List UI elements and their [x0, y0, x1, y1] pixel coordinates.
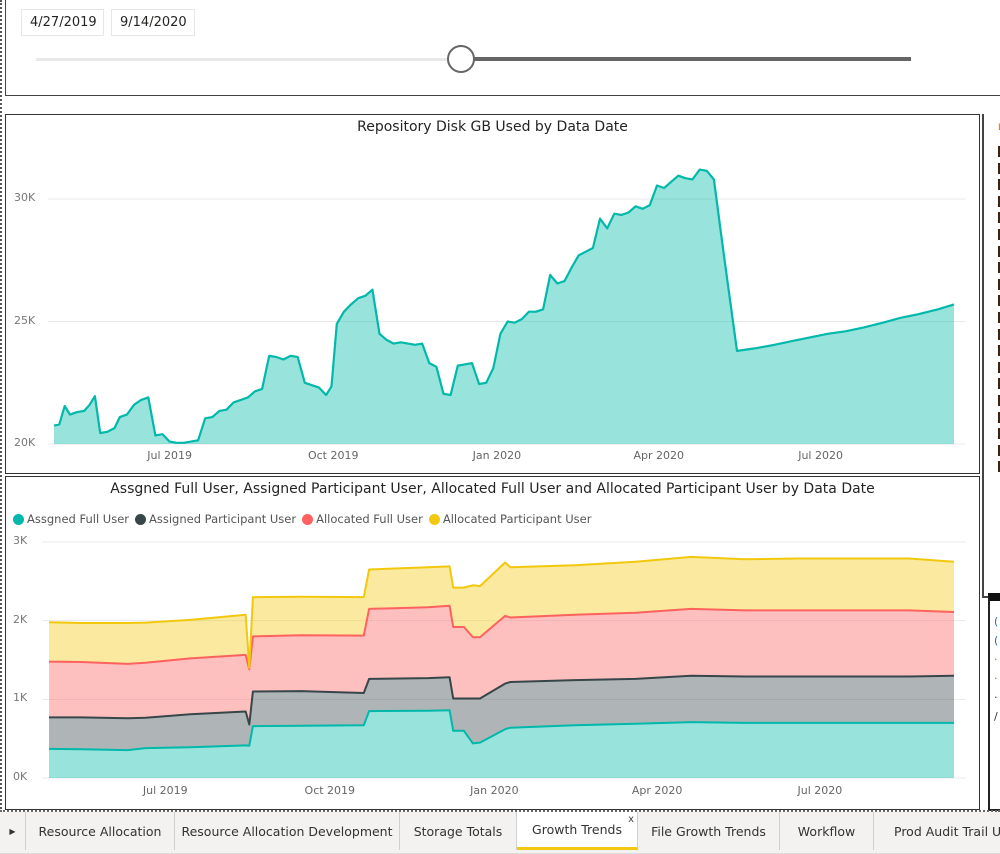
- slider-selected-range: [460, 57, 911, 61]
- clipped-cell: (: [994, 615, 999, 628]
- clipped-side-visual[interactable]: L: [982, 114, 1000, 496]
- tab-label: File Growth Trends: [651, 823, 766, 839]
- tab-label: Storage Totals: [413, 823, 503, 839]
- clipped-cell: (: [994, 634, 999, 647]
- tab-label: Workflow: [797, 823, 856, 839]
- date-range-slicer: 4/27/2019 9/14/2020: [5, 0, 1000, 96]
- tab-label: Resource Allocation: [38, 823, 162, 839]
- clipped-cell: ·: [994, 672, 998, 685]
- tab-prod-audit-trail-use[interactable]: Prod Audit Trail Use: [874, 812, 1000, 850]
- tab-file-growth-trends[interactable]: File Growth Trends: [638, 812, 780, 850]
- report-canvas: 4/27/2019 9/14/2020 Repository Disk GB U…: [0, 0, 1000, 854]
- area-fill: [54, 169, 954, 444]
- tab-growth-trends[interactable]: Growth Trends x: [517, 812, 638, 850]
- user-allocation-chart-panel[interactable]: Assgned Full User, Assigned Participant …: [5, 476, 980, 810]
- tab-label: Prod Audit Trail Use: [894, 823, 1000, 839]
- clipped-cell: ·: [994, 691, 998, 704]
- disk-usage-chart-panel[interactable]: Repository Disk GB Used by Data Date 20K…: [5, 114, 980, 474]
- tab-resource-allocation-development[interactable]: Resource Allocation Development: [175, 812, 400, 850]
- tab-resource-allocation[interactable]: Resource Allocation: [26, 812, 175, 850]
- page-tab-bar: ▶ Resource Allocation Resource Allocatio…: [0, 812, 1000, 854]
- clipped-cell: ·: [994, 653, 998, 666]
- start-date-input[interactable]: 4/27/2019: [21, 9, 104, 36]
- play-right-icon[interactable]: ▶: [0, 812, 26, 850]
- tab-workflow[interactable]: Workflow: [780, 812, 874, 850]
- clipped-cell: /: [994, 710, 998, 723]
- tab-label: Resource Allocation Development: [181, 823, 393, 839]
- end-date-input[interactable]: 9/14/2020: [111, 9, 195, 36]
- tab-label: Growth Trends: [532, 822, 622, 837]
- clipped-side-table[interactable]: ( ( · · · /: [988, 593, 1000, 811]
- disk-usage-chart: [48, 168, 966, 445]
- user-allocation-chart: [42, 541, 966, 779]
- side-divider: [982, 496, 990, 598]
- canvas-border: [0, 0, 6, 812]
- slider-handle[interactable]: [446, 45, 475, 73]
- slider-track[interactable]: [36, 58, 461, 61]
- close-icon[interactable]: x: [628, 814, 634, 825]
- tab-storage-totals[interactable]: Storage Totals: [400, 812, 517, 850]
